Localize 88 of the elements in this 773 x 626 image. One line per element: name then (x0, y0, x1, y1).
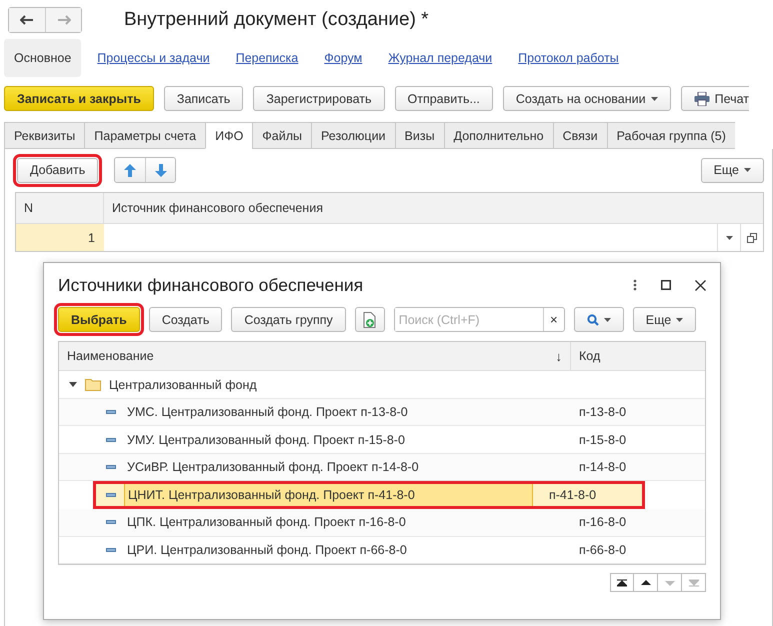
scroll-step-icon (664, 578, 674, 586)
copy-button[interactable] (354, 307, 385, 332)
tab[interactable]: Файлы (252, 122, 312, 149)
move-up-button[interactable] (115, 158, 146, 182)
maximize-icon[interactable] (661, 280, 671, 290)
list-row[interactable]: ЦНИТ. Централизованный фонд. Проект п-41-8-0 п-41-8-0 (93, 481, 645, 509)
item-icon (106, 410, 116, 414)
scroll-end-icon (617, 578, 627, 586)
tab[interactable]: Реквизиты (4, 122, 84, 149)
search-options-button[interactable] (574, 307, 624, 332)
tab[interactable]: ИФО (205, 122, 252, 149)
caret-icon (676, 318, 684, 322)
up-arrow-icon (124, 164, 136, 176)
close-icon[interactable] (695, 280, 706, 290)
create-button[interactable]: Создать группу (231, 307, 346, 332)
toolbar-button[interactable]: Отправить... (394, 86, 493, 111)
section-link[interactable]: Основное (4, 39, 82, 77)
forward-arrow-icon (56, 15, 70, 25)
toolbar-button[interactable]: Записать (164, 86, 244, 111)
item-code: п-15-8-0 (578, 432, 628, 449)
group-name: Централизованный фонд (109, 378, 257, 392)
folder-icon (85, 378, 101, 392)
clear-button[interactable]: × (542, 308, 564, 331)
tab[interactable]: Связи (552, 122, 607, 149)
more-vertical-icon[interactable] (633, 279, 637, 291)
save-close-button[interactable]: Записать и закрыть (4, 86, 154, 111)
document-add-icon (362, 312, 377, 328)
caret-icon (650, 96, 658, 100)
caret-icon (744, 168, 751, 172)
scroll-end-icon (688, 578, 698, 586)
column-header: Источник финансового обеспечения (111, 200, 324, 217)
printer-icon (694, 92, 710, 106)
tab[interactable]: Рабочая группа (5) (606, 122, 735, 149)
tab[interactable]: Дополнительно (444, 122, 553, 149)
item-icon (106, 438, 116, 442)
item-name: УМС. Централизованный фонд. Проект п-13-8-0 (126, 404, 409, 422)
section-link[interactable]: Процессы и задачи (87, 39, 220, 77)
section-link[interactable]: Переписка (226, 39, 308, 77)
open-window-icon (747, 232, 757, 242)
table-cell: 1 (16, 224, 104, 251)
section-link[interactable]: Журнал передачи (378, 39, 502, 77)
item-icon (106, 520, 116, 524)
scroll-step-icon (640, 578, 650, 586)
more-button[interactable]: Еще (632, 307, 696, 332)
item-icon (106, 492, 116, 497)
expand-caret-icon[interactable] (69, 382, 77, 388)
search-icon (586, 314, 599, 326)
caret-icon (726, 236, 732, 240)
move-down-button[interactable] (145, 158, 176, 182)
print-button[interactable]: Печат (680, 86, 750, 111)
item-code: п-13-8-0 (578, 404, 628, 422)
item-name: ЦНИТ. Централизованный фонд. Проект п-41-8-0 (124, 482, 533, 507)
list-row[interactable]: ЦПК. Централизованный фонд. Проект п-16-8-0 п-16-8-0 (59, 508, 705, 536)
tab[interactable]: Резолюции (311, 122, 395, 149)
column-header[interactable]: Наименование ↓ (59, 342, 571, 370)
back-arrow-icon (20, 15, 34, 25)
back-button[interactable] (9, 8, 45, 32)
item-icon (106, 548, 116, 552)
down-arrow-icon (154, 164, 167, 176)
item-name: ЦПК. Централизованный фонд. Проект п-16-8-0 (126, 514, 407, 532)
column-header: N (16, 193, 104, 223)
item-name: ЦРИ. Централизованный фонд. Проект п-66-8-0 (126, 542, 408, 559)
create-button[interactable]: Создать (148, 307, 222, 332)
list-row[interactable]: УСиВР. Централизованный фонд. Проект п-14-8-0 п-14-8-0 (59, 454, 705, 482)
create-based-on-button[interactable]: Создать на основании (502, 86, 671, 111)
tab[interactable]: Параметры счета (84, 122, 206, 149)
toolbar-button[interactable]: Зарегистрировать (253, 86, 384, 111)
item-code: п-14-8-0 (578, 459, 628, 476)
item-code: п-16-8-0 (578, 514, 628, 532)
more-button[interactable]: Еще (700, 158, 764, 182)
dialog-title: Источники финансового обеспечения (58, 274, 364, 296)
tab[interactable]: Визы (394, 122, 444, 149)
column-header[interactable]: Код (571, 342, 705, 370)
section-link[interactable]: Протокол работы (508, 39, 629, 77)
item-code: п-41-8-0 (548, 486, 598, 504)
item-code: п-66-8-0 (578, 542, 628, 559)
list-row[interactable]: УМС. Централизованный фонд. Проект п-13-8-0 п-13-8-0 (59, 398, 705, 426)
list-row[interactable]: ЦРИ. Централизованный фонд. Проект п-66-8-0 п-66-8-0 (59, 536, 705, 564)
section-link[interactable]: Форум (314, 39, 372, 77)
sort-indicator: ↓ (556, 348, 562, 364)
item-name: УСиВР. Централизованный фонд. Проект п-14-8-0 (126, 459, 420, 476)
scroll-button[interactable] (610, 573, 634, 592)
scroll-button[interactable] (634, 573, 658, 592)
window-title: Внутренний документ (создание) * (124, 9, 429, 31)
caret-icon (604, 318, 611, 322)
search-field[interactable]: Поиск (Ctrl+F) × (394, 307, 565, 332)
item-name: УМУ. Централизованный фонд. Проект п-15-8-0 (126, 432, 406, 449)
item-icon (106, 465, 116, 470)
